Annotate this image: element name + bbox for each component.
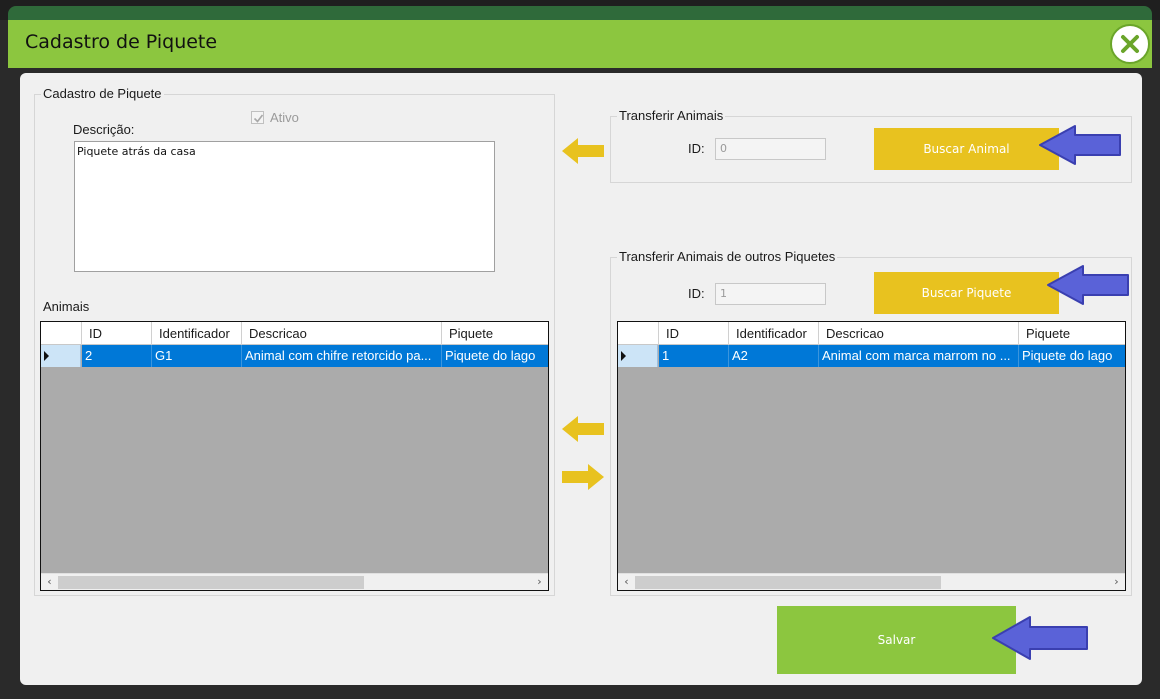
cell-id[interactable]: 1 (659, 345, 729, 367)
close-icon (1121, 35, 1139, 53)
column-header-piquete[interactable]: Piquete (442, 322, 548, 345)
column-header-id[interactable]: ID (659, 322, 729, 345)
column-header-piquete[interactable]: Piquete (1019, 322, 1125, 345)
scroll-right-icon[interactable]: › (531, 574, 548, 590)
annotation-arrow-icon (992, 616, 1088, 660)
table-row[interactable]: 2 G1 Animal com chifre retorcido pa... P… (41, 345, 548, 367)
row-header[interactable] (618, 345, 658, 367)
grid-corner (41, 322, 82, 345)
transfer-left-arrow-icon[interactable] (560, 136, 606, 166)
annotation-arrow-icon (1047, 265, 1129, 305)
ativo-label: Ativo (270, 110, 299, 125)
buscar-piquete-button[interactable]: Buscar Piquete (874, 272, 1059, 314)
window-title: Cadastro de Piquete (25, 31, 218, 53)
cell-piquete[interactable]: Piquete do lago (1019, 345, 1125, 367)
scroll-right-icon[interactable]: › (1108, 574, 1125, 590)
scrollbar-thumb[interactable] (635, 576, 941, 589)
grid-corner (618, 322, 659, 345)
descricao-textarea[interactable]: Piquete atrás da casa (74, 141, 495, 272)
column-header-descricao[interactable]: Descricao (819, 322, 1019, 345)
buscar-animal-button[interactable]: Buscar Animal (874, 128, 1059, 170)
current-row-icon (44, 351, 49, 361)
animais-grid-header: ID Identificador Descricao Piquete (41, 322, 548, 345)
transferir-group-legend: Transferir Animais (617, 108, 726, 123)
move-to-piquete-arrow-icon[interactable] (560, 414, 606, 444)
current-row-icon (621, 351, 626, 361)
scroll-left-icon[interactable]: ‹ (41, 574, 58, 590)
horizontal-scrollbar[interactable]: ‹ › (41, 573, 548, 590)
window-frame (8, 6, 1152, 20)
ativo-checkbox[interactable] (251, 111, 264, 124)
cell-identificador[interactable]: A2 (729, 345, 819, 367)
row-header[interactable] (41, 345, 81, 367)
descricao-label: Descrição: (73, 122, 135, 137)
animais-grid[interactable]: ID Identificador Descricao Piquete 2 G1 … (40, 321, 549, 591)
column-header-id[interactable]: ID (82, 322, 152, 345)
form-content: Cadastro de Piquete Ativo Descrição: Piq… (20, 73, 1142, 685)
transferir-id-label: ID: (688, 141, 705, 156)
cell-descricao[interactable]: Animal com chifre retorcido pa... (242, 345, 442, 367)
cell-piquete[interactable]: Piquete do lago (442, 345, 548, 367)
transferir-id-input[interactable]: 0 (715, 138, 826, 160)
cell-identificador[interactable]: G1 (152, 345, 242, 367)
outros-grid-header: ID Identificador Descricao Piquete (618, 322, 1125, 345)
table-row[interactable]: 1 A2 Animal com marca marrom no ... Piqu… (618, 345, 1125, 367)
move-to-other-arrow-icon[interactable] (560, 462, 606, 492)
animais-label: Animais (43, 299, 90, 314)
scrollbar-thumb[interactable] (58, 576, 364, 589)
column-header-identificador[interactable]: Identificador (729, 322, 819, 345)
column-header-descricao[interactable]: Descricao (242, 322, 442, 345)
horizontal-scrollbar[interactable]: ‹ › (618, 573, 1125, 590)
scroll-left-icon[interactable]: ‹ (618, 574, 635, 590)
cell-descricao[interactable]: Animal com marca marrom no ... (819, 345, 1019, 367)
outros-group-legend: Transferir Animais de outros Piquetes (617, 249, 838, 264)
save-button[interactable]: Salvar (777, 606, 1016, 674)
outros-animais-grid[interactable]: ID Identificador Descricao Piquete 1 A2 … (617, 321, 1126, 591)
annotation-arrow-icon (1039, 125, 1121, 165)
outros-id-label: ID: (688, 286, 705, 301)
cell-id[interactable]: 2 (82, 345, 152, 367)
cadastro-group-legend: Cadastro de Piquete (41, 86, 164, 101)
column-header-identificador[interactable]: Identificador (152, 322, 242, 345)
outros-id-input[interactable]: 1 (715, 283, 826, 305)
title-bar: Cadastro de Piquete (8, 20, 1152, 68)
close-button[interactable] (1110, 24, 1150, 64)
check-icon (253, 114, 264, 123)
